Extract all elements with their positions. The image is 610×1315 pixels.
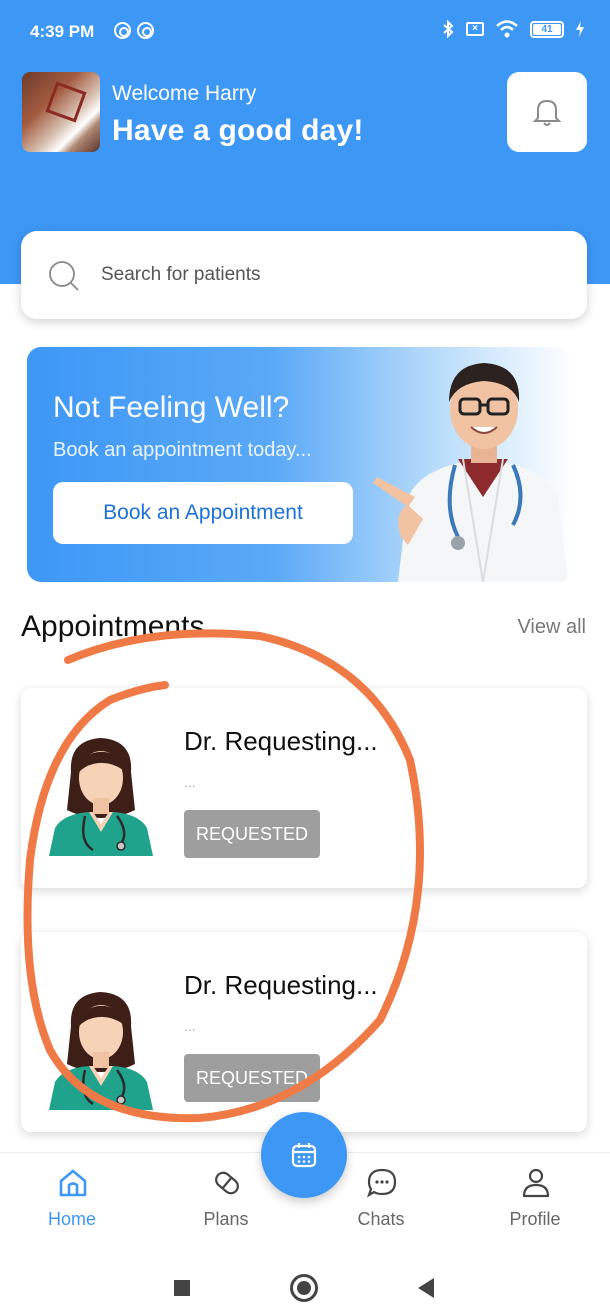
appointment-detail: ... bbox=[184, 1018, 196, 1034]
recent-apps-icon[interactable] bbox=[174, 1280, 190, 1296]
notification-icon bbox=[114, 22, 131, 39]
nav-chats-label: Chats bbox=[357, 1209, 405, 1229]
appointment-card[interactable]: Dr. Requesting... ... REQUESTED bbox=[21, 688, 587, 888]
promo-banner: Not Feeling Well? Book an appointment to… bbox=[27, 347, 573, 582]
notification-icon bbox=[137, 22, 154, 39]
doctor-avatar bbox=[49, 738, 153, 856]
doctor-name: Dr. Requesting... bbox=[184, 970, 378, 1000]
back-icon[interactable] bbox=[418, 1278, 434, 1298]
search-input[interactable] bbox=[101, 257, 551, 293]
appointment-detail: ... bbox=[184, 774, 196, 790]
calendar-icon bbox=[291, 1143, 317, 1168]
doctor-illustration bbox=[373, 363, 568, 582]
avatar[interactable] bbox=[22, 72, 100, 152]
banner-title: Not Feeling Well? bbox=[53, 391, 290, 424]
person-icon bbox=[522, 1168, 550, 1198]
status-badge: REQUESTED bbox=[184, 1054, 320, 1102]
greeting-text: Have a good day! bbox=[112, 114, 364, 147]
appointment-card[interactable]: Dr. Requesting... ... REQUESTED bbox=[21, 932, 587, 1132]
welcome-text: Welcome Harry bbox=[112, 82, 257, 105]
bluetooth-icon bbox=[443, 20, 454, 38]
status-system-icons: × 41 bbox=[442, 20, 584, 38]
charging-icon bbox=[576, 21, 584, 37]
nav-profile-label: Profile bbox=[509, 1209, 561, 1229]
home-icon bbox=[59, 1169, 87, 1197]
doctor-name: Dr. Requesting... bbox=[184, 726, 378, 756]
appointments-title: Appointments bbox=[21, 610, 205, 643]
status-badge: REQUESTED bbox=[184, 810, 320, 858]
status-notification-icons bbox=[114, 22, 154, 39]
nav-home[interactable]: Home bbox=[17, 1153, 127, 1257]
doctor-avatar bbox=[49, 992, 153, 1110]
system-navigation-bar bbox=[0, 1256, 610, 1315]
status-bar: 4:39 PM × 41 bbox=[0, 0, 610, 62]
battery-level: 41 bbox=[541, 23, 553, 35]
notifications-button[interactable] bbox=[507, 72, 587, 152]
book-appointment-button[interactable]: Book an Appointment bbox=[53, 482, 353, 544]
chat-icon bbox=[367, 1168, 397, 1198]
battery-icon: 41 bbox=[530, 20, 564, 38]
search-icon bbox=[49, 261, 79, 291]
view-all-link[interactable]: View all bbox=[517, 616, 586, 639]
status-time: 4:39 PM bbox=[30, 22, 95, 41]
nav-profile[interactable]: Profile bbox=[480, 1153, 590, 1257]
nav-plans-label: Plans bbox=[203, 1209, 249, 1229]
no-sim-icon: × bbox=[466, 22, 484, 36]
search-bar bbox=[21, 231, 587, 319]
wifi-icon bbox=[496, 20, 518, 38]
nav-home-label: Home bbox=[47, 1209, 96, 1229]
home-button-icon[interactable] bbox=[290, 1274, 318, 1302]
banner-subtitle: Book an appointment today... bbox=[53, 439, 312, 461]
pill-icon bbox=[215, 1171, 239, 1195]
bell-icon bbox=[532, 99, 562, 126]
appointments-fab[interactable] bbox=[261, 1112, 347, 1198]
